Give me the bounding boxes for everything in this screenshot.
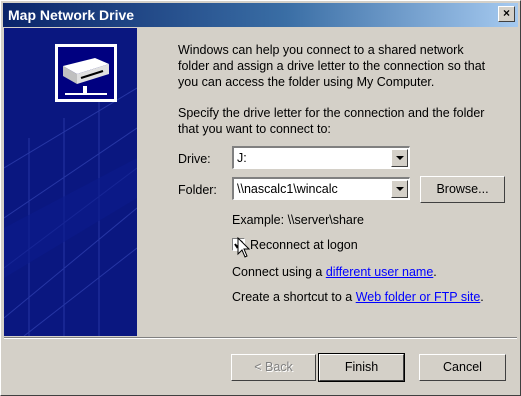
instructions-line-1: Specify the drive letter for the connect… — [178, 106, 485, 120]
title-bar[interactable]: Map Network Drive × — [3, 3, 518, 27]
close-button[interactable]: × — [498, 6, 515, 22]
dropdown-arrow-icon[interactable] — [391, 180, 408, 198]
drive-select-value: J: — [237, 151, 247, 165]
dropdown-arrow-icon[interactable] — [391, 149, 408, 167]
connect-using-prefix: Connect using a — [232, 265, 326, 279]
shortcut-prefix: Create a shortcut to a — [232, 290, 356, 304]
connect-using-line: Connect using a different user name. — [232, 264, 437, 280]
folder-label: Folder: — [178, 183, 217, 197]
example-text: Example: \\server\share — [232, 213, 364, 227]
wizard-sidebar-graphic — [4, 28, 137, 336]
reconnect-label[interactable]: Reconnect at logon — [250, 237, 358, 253]
intro-line-2: folder and assign a drive letter to the … — [178, 59, 486, 73]
window-title: Map Network Drive — [8, 7, 135, 23]
drive-label: Drive: — [178, 152, 211, 166]
different-user-name-link[interactable]: different user name — [326, 265, 433, 279]
shortcut-suffix: . — [480, 290, 484, 304]
intro-line-3: you can access the folder using My Compu… — [178, 75, 435, 89]
footer-separator — [4, 337, 517, 339]
instructions-line-2: that you want to connect to: — [178, 122, 331, 136]
web-folder-ftp-link[interactable]: Web folder or FTP site — [356, 290, 481, 304]
map-network-drive-dialog: Map Network Drive × Windows can help you… — [0, 0, 521, 396]
intro-line-1: Windows can help you connect to a shared… — [178, 43, 464, 57]
finish-button[interactable]: Finish — [318, 353, 405, 382]
shortcut-line: Create a shortcut to a Web folder or FTP… — [232, 289, 484, 305]
folder-combobox-value: \\nascalc1\wincalc — [237, 182, 338, 196]
folder-combobox[interactable]: \\nascalc1\wincalc — [232, 177, 410, 200]
network-drive-icon — [55, 44, 117, 105]
close-icon: × — [502, 6, 510, 20]
drive-select[interactable]: J: — [232, 146, 410, 169]
connect-using-suffix: . — [433, 265, 437, 279]
browse-button[interactable]: Browse... — [420, 176, 505, 203]
cancel-button[interactable]: Cancel — [419, 354, 506, 381]
mouse-cursor-icon — [237, 236, 251, 262]
back-button[interactable]: < Back — [231, 354, 316, 381]
